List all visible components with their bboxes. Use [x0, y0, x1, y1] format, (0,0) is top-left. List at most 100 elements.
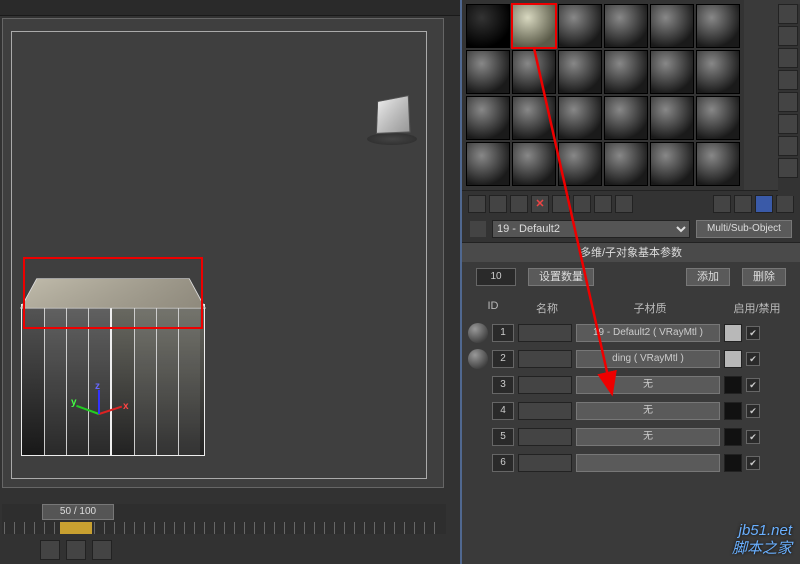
submtl-color-swatch[interactable] — [724, 428, 742, 446]
timeline[interactable]: 50 / 100 — [2, 504, 446, 534]
transform-gizmo[interactable]: x y z — [75, 389, 125, 439]
material-slot[interactable] — [696, 4, 740, 48]
statusbar-icon[interactable] — [40, 540, 60, 560]
submtl-name-field[interactable] — [518, 376, 572, 394]
go-forward-icon[interactable] — [776, 195, 794, 213]
video-check-icon[interactable] — [778, 92, 798, 112]
material-slot[interactable] — [696, 142, 740, 186]
submtl-color-swatch[interactable] — [724, 350, 742, 368]
submtl-material-button[interactable]: ding ( VRayMtl ) — [576, 350, 720, 368]
background-icon[interactable] — [778, 48, 798, 68]
submtl-name-field[interactable] — [518, 428, 572, 446]
material-slot[interactable] — [466, 142, 510, 186]
submtl-enable-checkbox[interactable]: ✔ — [746, 326, 760, 340]
submtl-color-swatch[interactable] — [724, 376, 742, 394]
material-slot[interactable] — [558, 142, 602, 186]
submtl-material-button[interactable]: 无 — [576, 402, 720, 420]
submtl-material-button[interactable]: 19 - Default2 ( VRayMtl ) — [576, 324, 720, 342]
submtl-thumb[interactable] — [468, 427, 488, 447]
submtl-id-field[interactable]: 1 — [492, 324, 514, 342]
viewport-area[interactable]: x y z — [2, 18, 444, 488]
material-slot[interactable] — [466, 50, 510, 94]
sample-uv-icon[interactable] — [778, 70, 798, 90]
submtl-id-field[interactable]: 5 — [492, 428, 514, 446]
go-to-parent-icon[interactable] — [755, 195, 773, 213]
material-slot[interactable] — [558, 50, 602, 94]
submtl-thumb[interactable] — [468, 453, 488, 473]
submtl-material-button[interactable] — [576, 454, 720, 472]
material-slot[interactable] — [604, 4, 648, 48]
submtl-enable-checkbox[interactable]: ✔ — [746, 456, 760, 470]
submtl-enable-checkbox[interactable]: ✔ — [746, 352, 760, 366]
submtl-thumb[interactable] — [468, 401, 488, 421]
material-slot[interactable] — [696, 50, 740, 94]
material-slot[interactable] — [650, 50, 694, 94]
submtl-material-button[interactable]: 无 — [576, 376, 720, 394]
material-name-dropdown[interactable]: 19 - Default2 — [492, 220, 690, 238]
make-unique-icon[interactable] — [573, 195, 591, 213]
submtl-color-swatch[interactable] — [724, 454, 742, 472]
pick-material-icon[interactable] — [470, 221, 486, 237]
submtl-thumb[interactable] — [468, 349, 488, 369]
sample-type-icon[interactable] — [778, 4, 798, 24]
material-slot[interactable] — [604, 50, 648, 94]
submaterial-row: 1 19 - Default2 ( VRayMtl ) ✔ — [464, 320, 798, 346]
set-count-button[interactable]: 设置数量 — [528, 268, 594, 286]
material-slot[interactable] — [466, 4, 510, 48]
options-icon[interactable] — [778, 136, 798, 156]
delete-button[interactable]: 删除 — [742, 268, 786, 286]
viewcube[interactable] — [367, 95, 417, 145]
statusbar-icon[interactable] — [66, 540, 86, 560]
submtl-enable-checkbox[interactable]: ✔ — [746, 430, 760, 444]
material-slot[interactable] — [696, 96, 740, 140]
material-slot[interactable] — [512, 142, 556, 186]
make-copy-icon[interactable] — [552, 195, 570, 213]
submtl-name-field[interactable] — [518, 324, 572, 342]
submtl-id-field[interactable]: 2 — [492, 350, 514, 368]
submtl-id-field[interactable]: 6 — [492, 454, 514, 472]
preview-icon[interactable] — [778, 114, 798, 134]
submtl-enable-checkbox[interactable]: ✔ — [746, 404, 760, 418]
put-to-scene-icon[interactable] — [489, 195, 507, 213]
building-model[interactable] — [19, 266, 205, 471]
material-slot[interactable] — [604, 96, 648, 140]
show-end-result-icon[interactable] — [734, 195, 752, 213]
timeline-ticks[interactable] — [4, 522, 444, 534]
submtl-name-field[interactable] — [518, 454, 572, 472]
num-subs-spinner[interactable]: 10 — [476, 268, 516, 286]
backlight-icon[interactable] — [778, 26, 798, 46]
material-slot[interactable] — [650, 142, 694, 186]
add-button[interactable]: 添加 — [686, 268, 730, 286]
assign-to-selection-icon[interactable] — [510, 195, 528, 213]
submtl-name-field[interactable] — [518, 350, 572, 368]
material-slot[interactable] — [604, 142, 648, 186]
material-type-button[interactable]: Multi/Sub-Object — [696, 220, 792, 238]
submtl-enable-checkbox[interactable]: ✔ — [746, 378, 760, 392]
submtl-id-field[interactable]: 4 — [492, 402, 514, 420]
submtl-material-button[interactable]: 无 — [576, 428, 720, 446]
submtl-color-swatch[interactable] — [724, 402, 742, 420]
put-to-library-icon[interactable] — [594, 195, 612, 213]
material-slot[interactable] — [512, 50, 556, 94]
submtl-thumb[interactable] — [468, 375, 488, 395]
submtl-thumb[interactable] — [468, 323, 488, 343]
submtl-color-swatch[interactable] — [724, 324, 742, 342]
reset-map-icon[interactable]: ✕ — [531, 195, 549, 213]
get-material-icon[interactable] — [468, 195, 486, 213]
submaterial-row: 5 无 ✔ — [464, 424, 798, 450]
material-slot[interactable] — [650, 4, 694, 48]
material-slot[interactable] — [558, 96, 602, 140]
select-by-mat-icon[interactable] — [778, 158, 798, 178]
rollout-header[interactable]: 多维/子对象基本参数 — [462, 242, 800, 262]
statusbar-icon[interactable] — [92, 540, 112, 560]
material-slot-selected[interactable] — [512, 4, 556, 48]
material-slot[interactable] — [558, 4, 602, 48]
material-slot[interactable] — [512, 96, 556, 140]
timeline-slider[interactable]: 50 / 100 — [42, 504, 114, 520]
show-map-icon[interactable] — [713, 195, 731, 213]
submtl-id-field[interactable]: 3 — [492, 376, 514, 394]
material-id-icon[interactable] — [615, 195, 633, 213]
material-slot[interactable] — [650, 96, 694, 140]
material-slot[interactable] — [466, 96, 510, 140]
submtl-name-field[interactable] — [518, 402, 572, 420]
